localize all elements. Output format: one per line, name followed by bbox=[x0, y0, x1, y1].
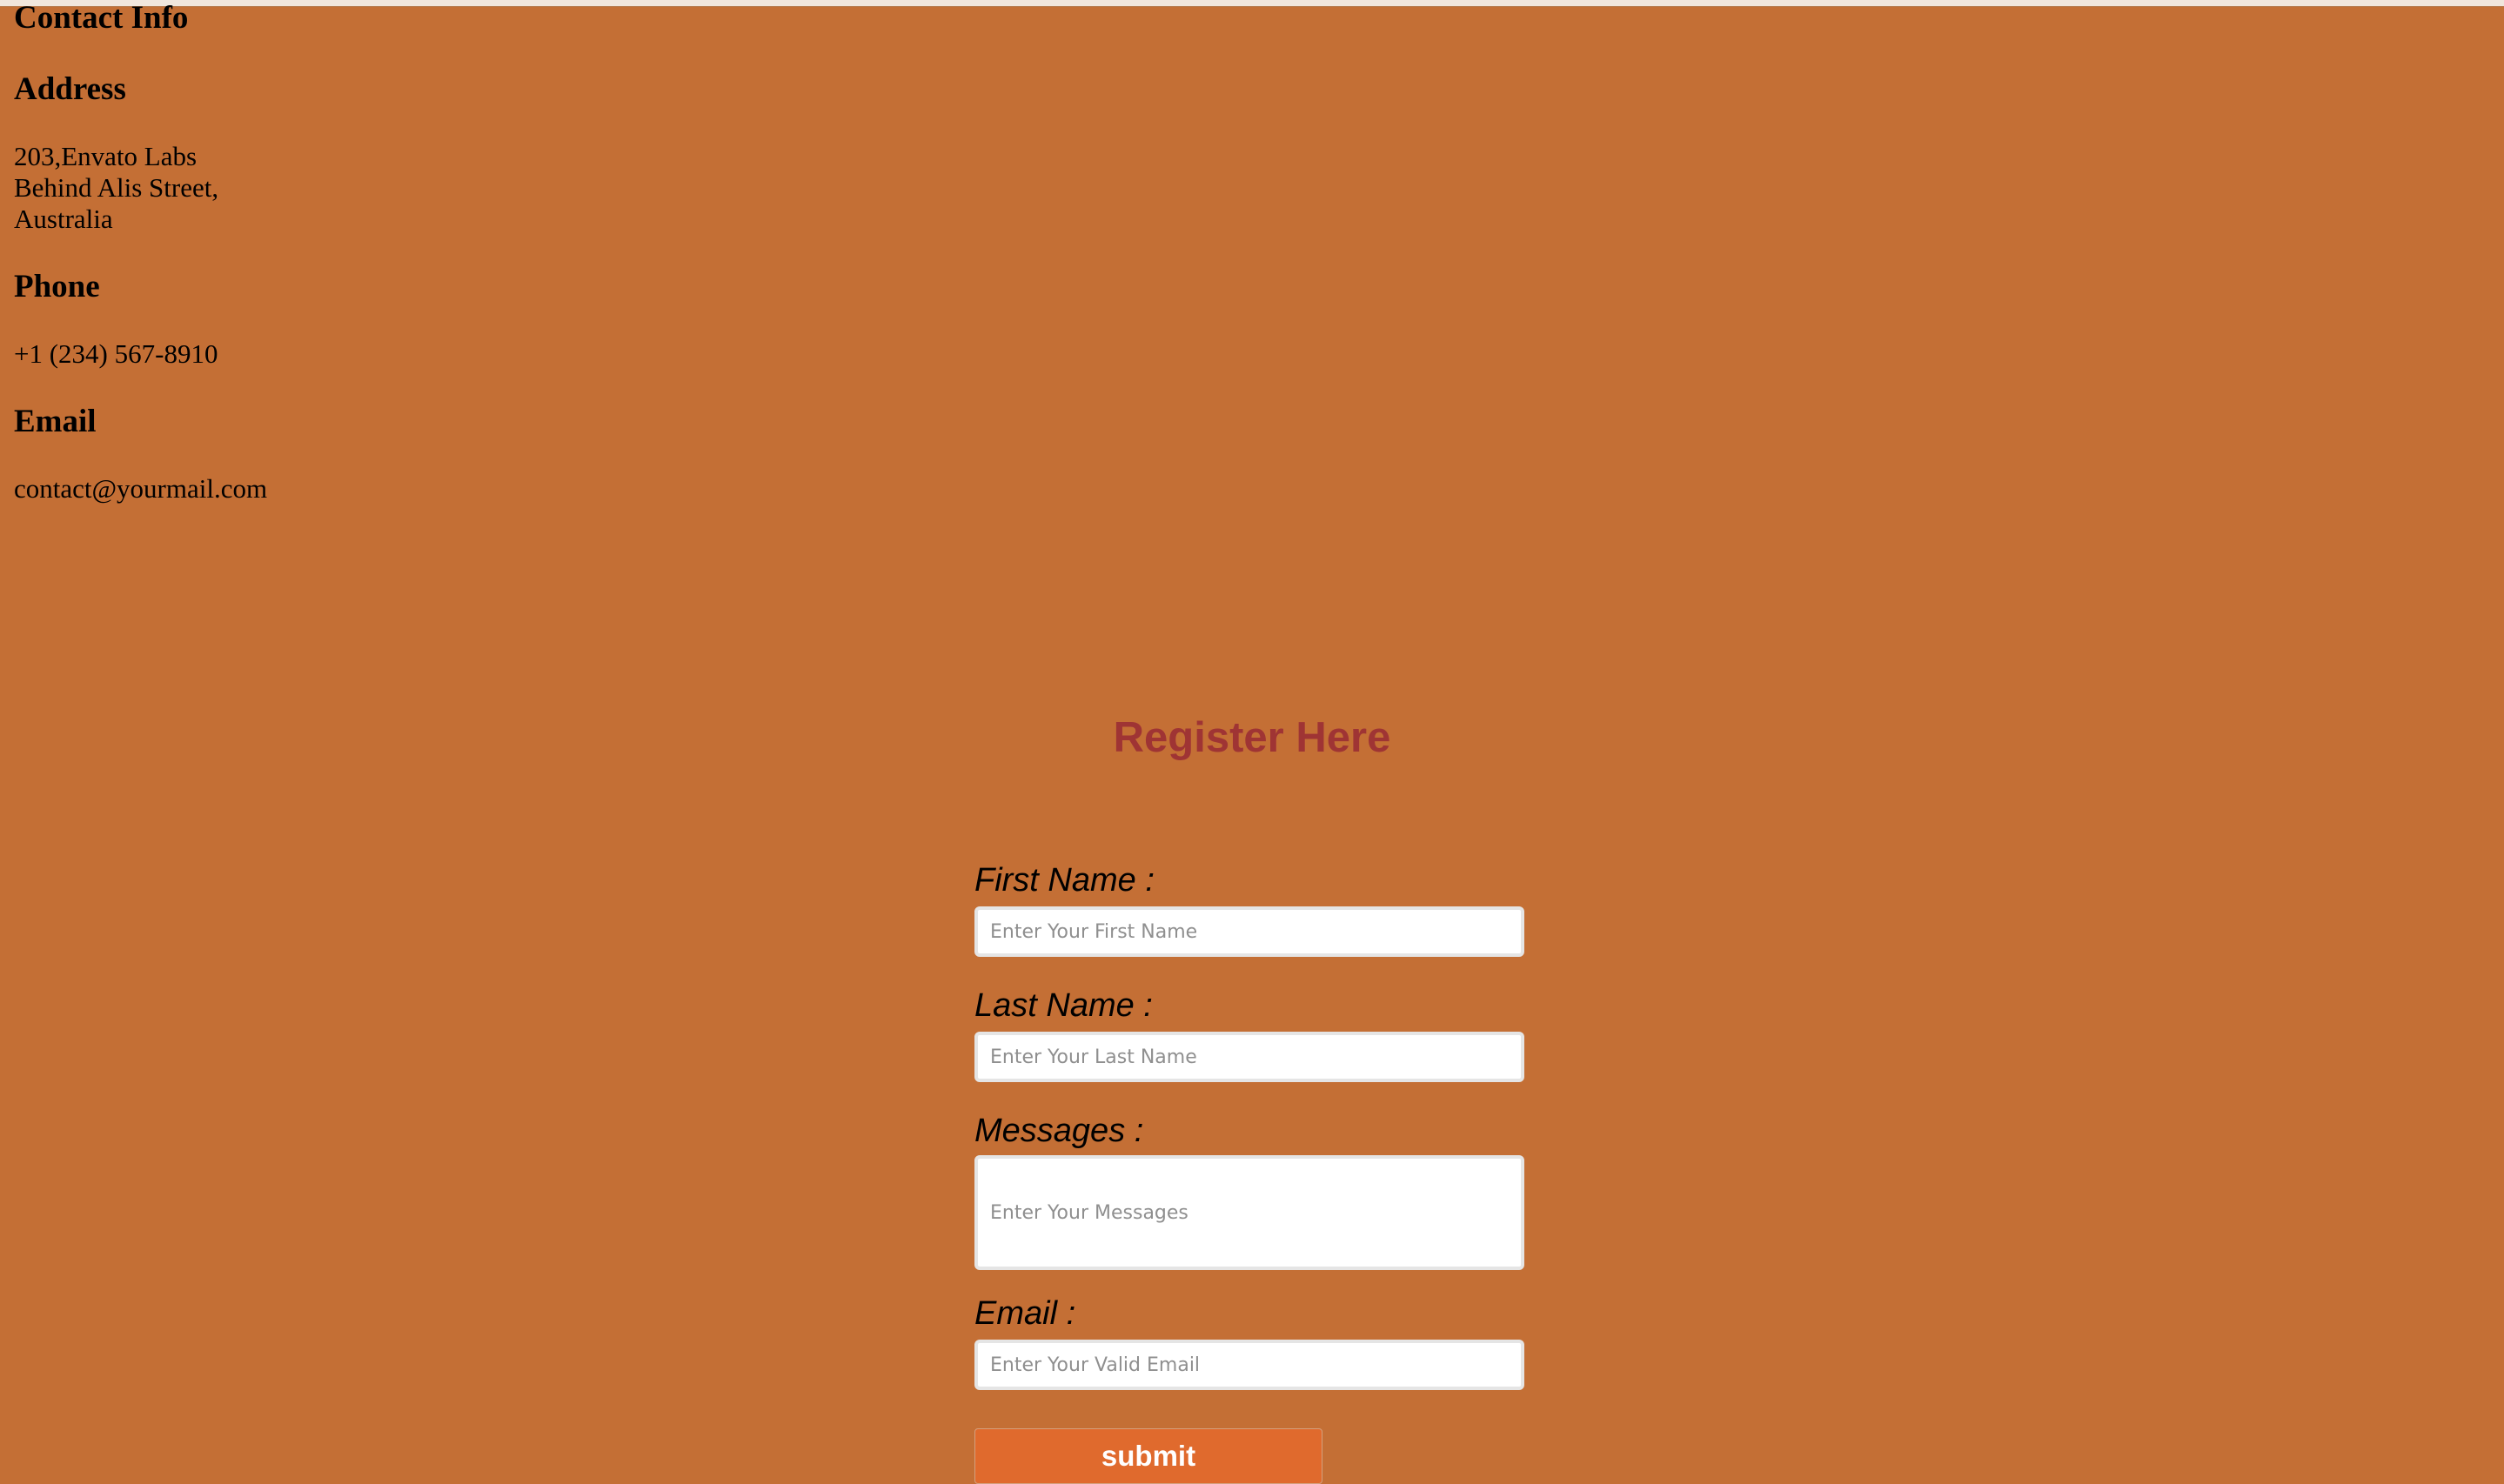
address-heading: Address bbox=[14, 71, 126, 107]
first-name-input[interactable] bbox=[974, 906, 1524, 957]
first-name-label: First Name : bbox=[974, 862, 1155, 899]
email-input[interactable] bbox=[974, 1340, 1524, 1390]
top-border bbox=[0, 0, 2504, 7]
address-line-3: Australia bbox=[14, 204, 113, 234]
phone-heading: Phone bbox=[14, 269, 100, 304]
address-line-1: 203,Envato Labs bbox=[14, 141, 198, 171]
last-name-input[interactable] bbox=[974, 1032, 1524, 1082]
submit-button[interactable]: submit bbox=[974, 1428, 1322, 1484]
address-line-2: Behind Alis Street, bbox=[14, 172, 219, 203]
messages-label: Messages : bbox=[974, 1113, 1144, 1149]
register-title: Register Here bbox=[1113, 714, 1391, 761]
phone-value: +1 (234) 567-8910 bbox=[14, 338, 218, 369]
contact-info-title: Contact Info bbox=[14, 0, 189, 36]
email-value: contact@yourmail.com bbox=[14, 473, 268, 504]
messages-textarea[interactable] bbox=[974, 1155, 1524, 1270]
email-heading: Email bbox=[14, 404, 97, 439]
last-name-label: Last Name : bbox=[974, 987, 1153, 1024]
email-label: Email : bbox=[974, 1295, 1076, 1332]
